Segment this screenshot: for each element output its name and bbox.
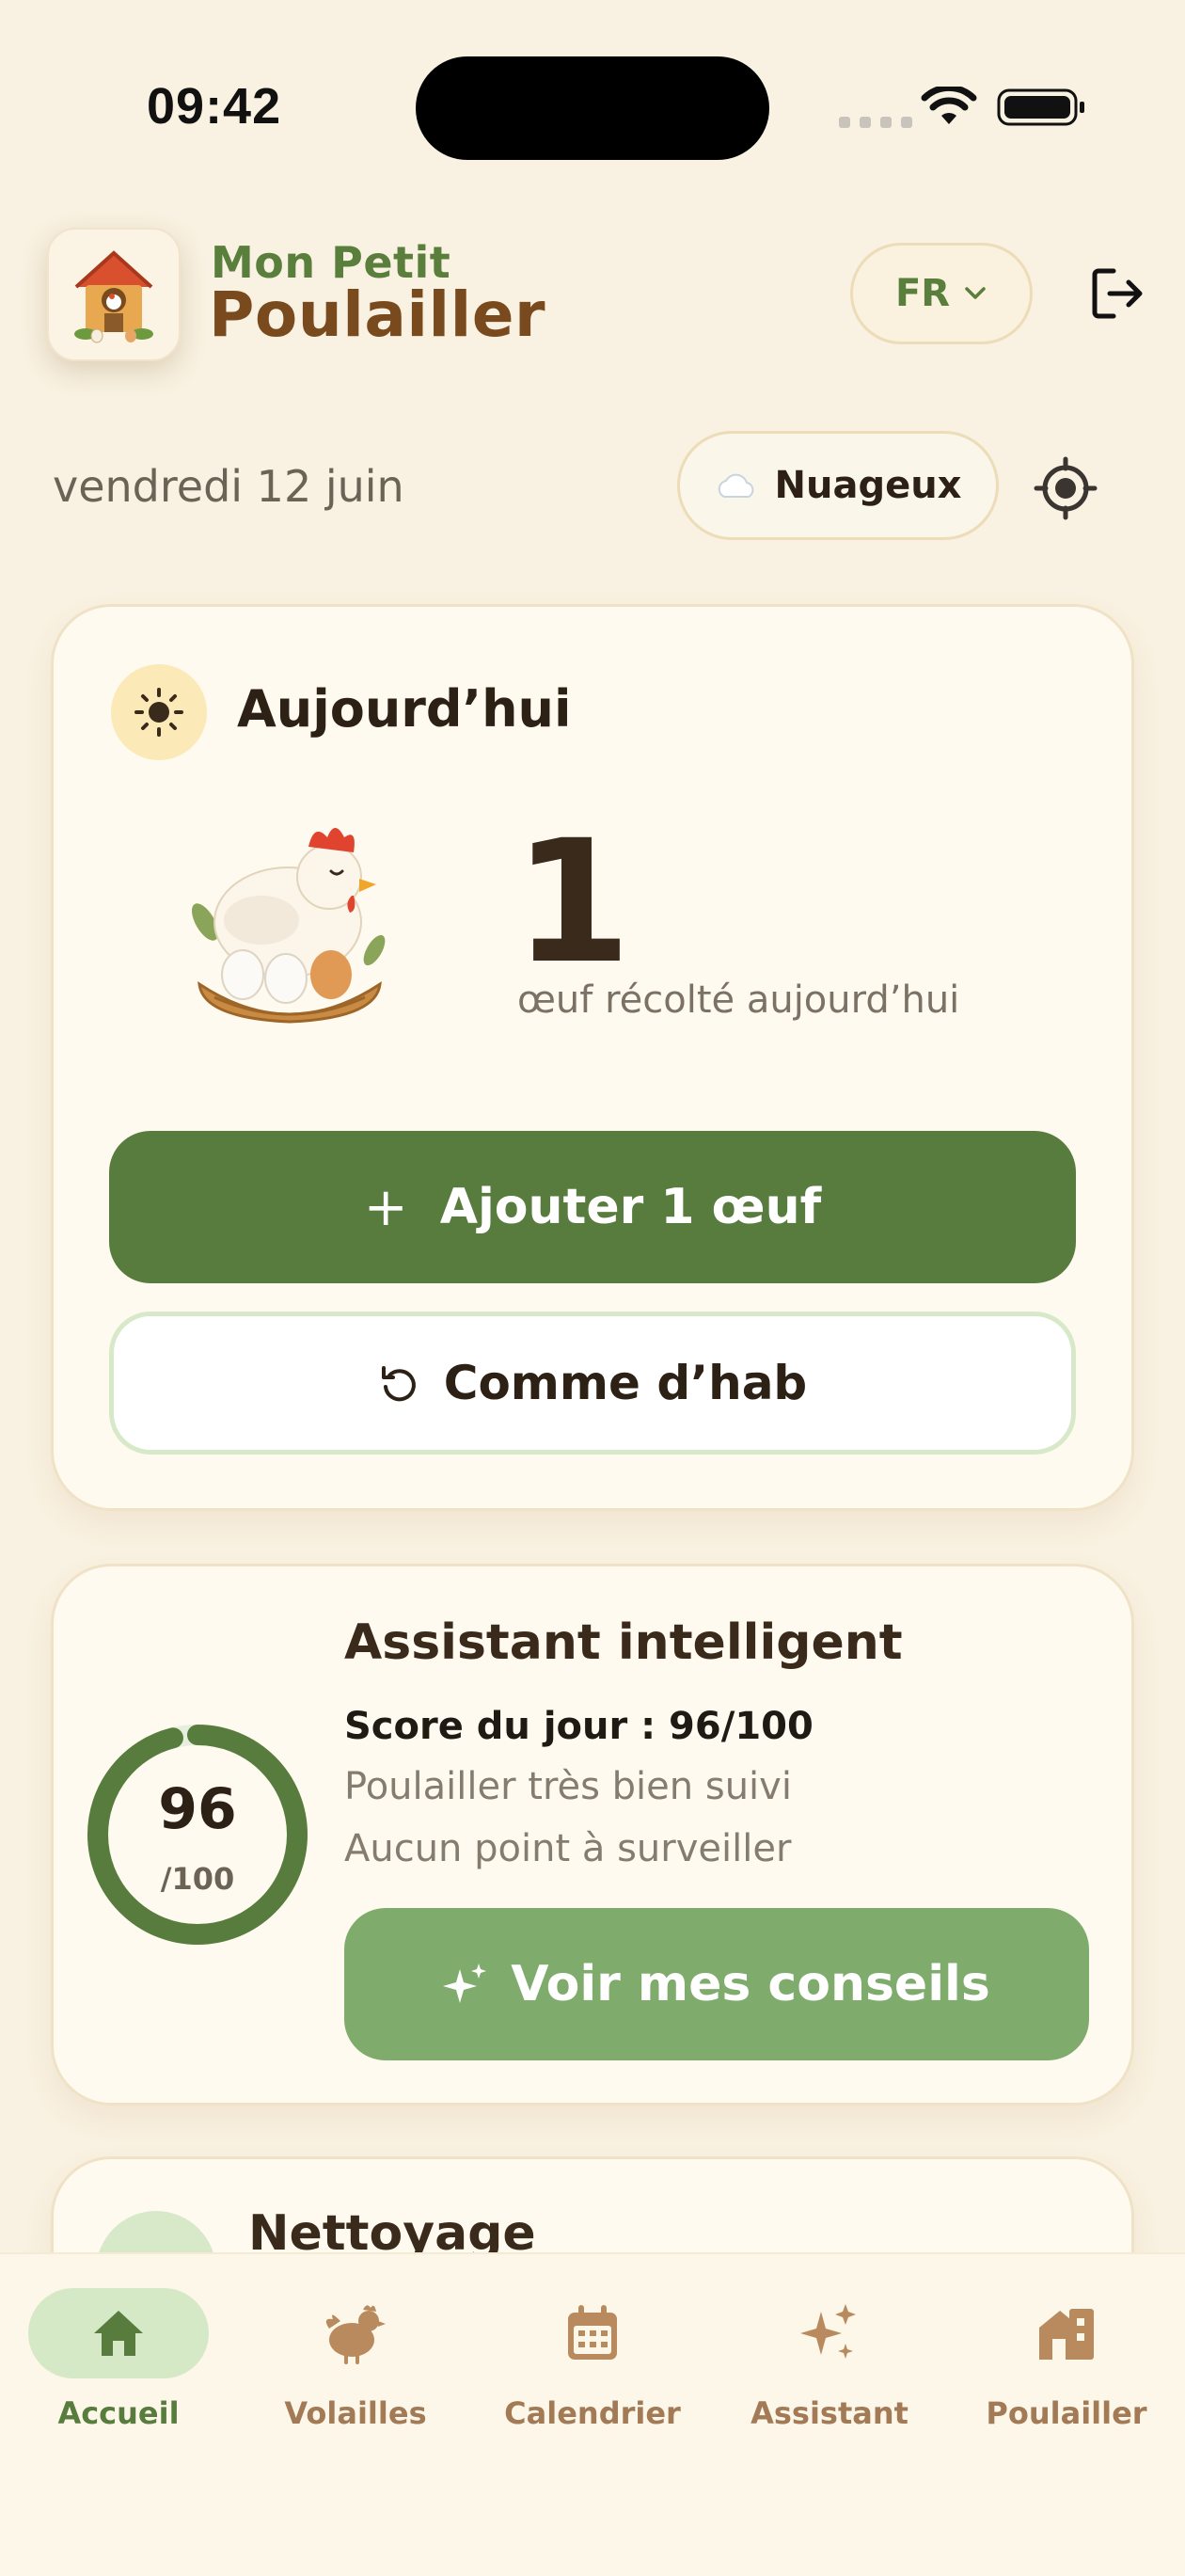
language-label: FR	[894, 272, 951, 315]
sun-badge	[111, 664, 207, 760]
daily-score-label: Score du jour : 96/100	[344, 1705, 814, 1748]
nav-label-assistant: Assistant	[750, 2395, 908, 2431]
hen-with-eggs-illustration	[192, 828, 386, 1024]
assistant-title: Assistant intelligent	[344, 1614, 903, 1671]
nav-label-calendrier: Calendrier	[504, 2395, 681, 2431]
app-logo	[47, 228, 181, 361]
weather-label: Nuageux	[774, 464, 962, 507]
sparkles-icon	[443, 1964, 487, 2003]
battery-icon	[997, 88, 1084, 126]
sparkles-icon	[800, 2304, 856, 2359]
score-value: 96	[158, 1776, 237, 1842]
nav-label-poulailler: Poulailler	[986, 2395, 1147, 2431]
coop-building-icon	[1039, 2309, 1094, 2360]
cloud-icon	[718, 473, 753, 498]
home-icon	[94, 2311, 143, 2356]
nav-item-poulailler[interactable]: Poulailler	[954, 2288, 1179, 2431]
calendar-icon	[568, 2305, 617, 2360]
status-line-1: Poulailler très bien suivi	[344, 1765, 792, 1808]
egg-count: 1	[514, 804, 632, 1001]
app-title-bottom: Poulailler	[209, 278, 546, 351]
nav-item-accueil[interactable]: Accueil	[6, 2288, 231, 2431]
sun-icon	[134, 688, 183, 737]
cellular-signal-icon	[839, 117, 912, 128]
plus-icon: +	[363, 1176, 408, 1238]
nav-label-accueil: Accueil	[57, 2395, 180, 2431]
status-line-2: Aucun point à surveiller	[344, 1827, 792, 1870]
location-target-icon[interactable]	[1033, 455, 1098, 521]
chicken-icon	[325, 2305, 386, 2364]
logout-icon[interactable]	[1087, 263, 1147, 324]
add-egg-label: Ajouter 1 œuf	[439, 1179, 822, 1235]
today-title: Aujourd’hui	[237, 679, 572, 739]
nav-item-calendrier[interactable]: Calendrier	[480, 2288, 705, 2431]
wifi-icon	[921, 87, 977, 124]
status-time: 09:42	[147, 78, 282, 135]
usual-label: Comme d’hab	[443, 1356, 808, 1410]
add-egg-button[interactable]: + Ajouter 1 œuf	[109, 1131, 1076, 1283]
undo-rotate-icon	[381, 1366, 416, 1402]
chicken-coop-logo-icon	[74, 250, 153, 343]
usual-button[interactable]: Comme d’hab	[109, 1312, 1076, 1455]
nav-label-volailles: Volailles	[284, 2395, 427, 2431]
language-selector[interactable]: FR	[850, 243, 1033, 344]
score-max: /100	[160, 1861, 235, 1897]
view-tips-button[interactable]: Voir mes conseils	[344, 1908, 1089, 2060]
dynamic-island	[416, 56, 769, 160]
nav-item-assistant[interactable]: Assistant	[717, 2288, 942, 2431]
nav-item-volailles[interactable]: Volailles	[243, 2288, 468, 2431]
egg-count-caption: œuf récolté aujourd’hui	[517, 978, 960, 1022]
current-date: vendredi 12 juin	[53, 461, 404, 512]
view-tips-label: Voir mes conseils	[511, 1956, 990, 2012]
chevron-down-icon	[965, 287, 986, 299]
weather-badge[interactable]: Nuageux	[677, 431, 999, 540]
